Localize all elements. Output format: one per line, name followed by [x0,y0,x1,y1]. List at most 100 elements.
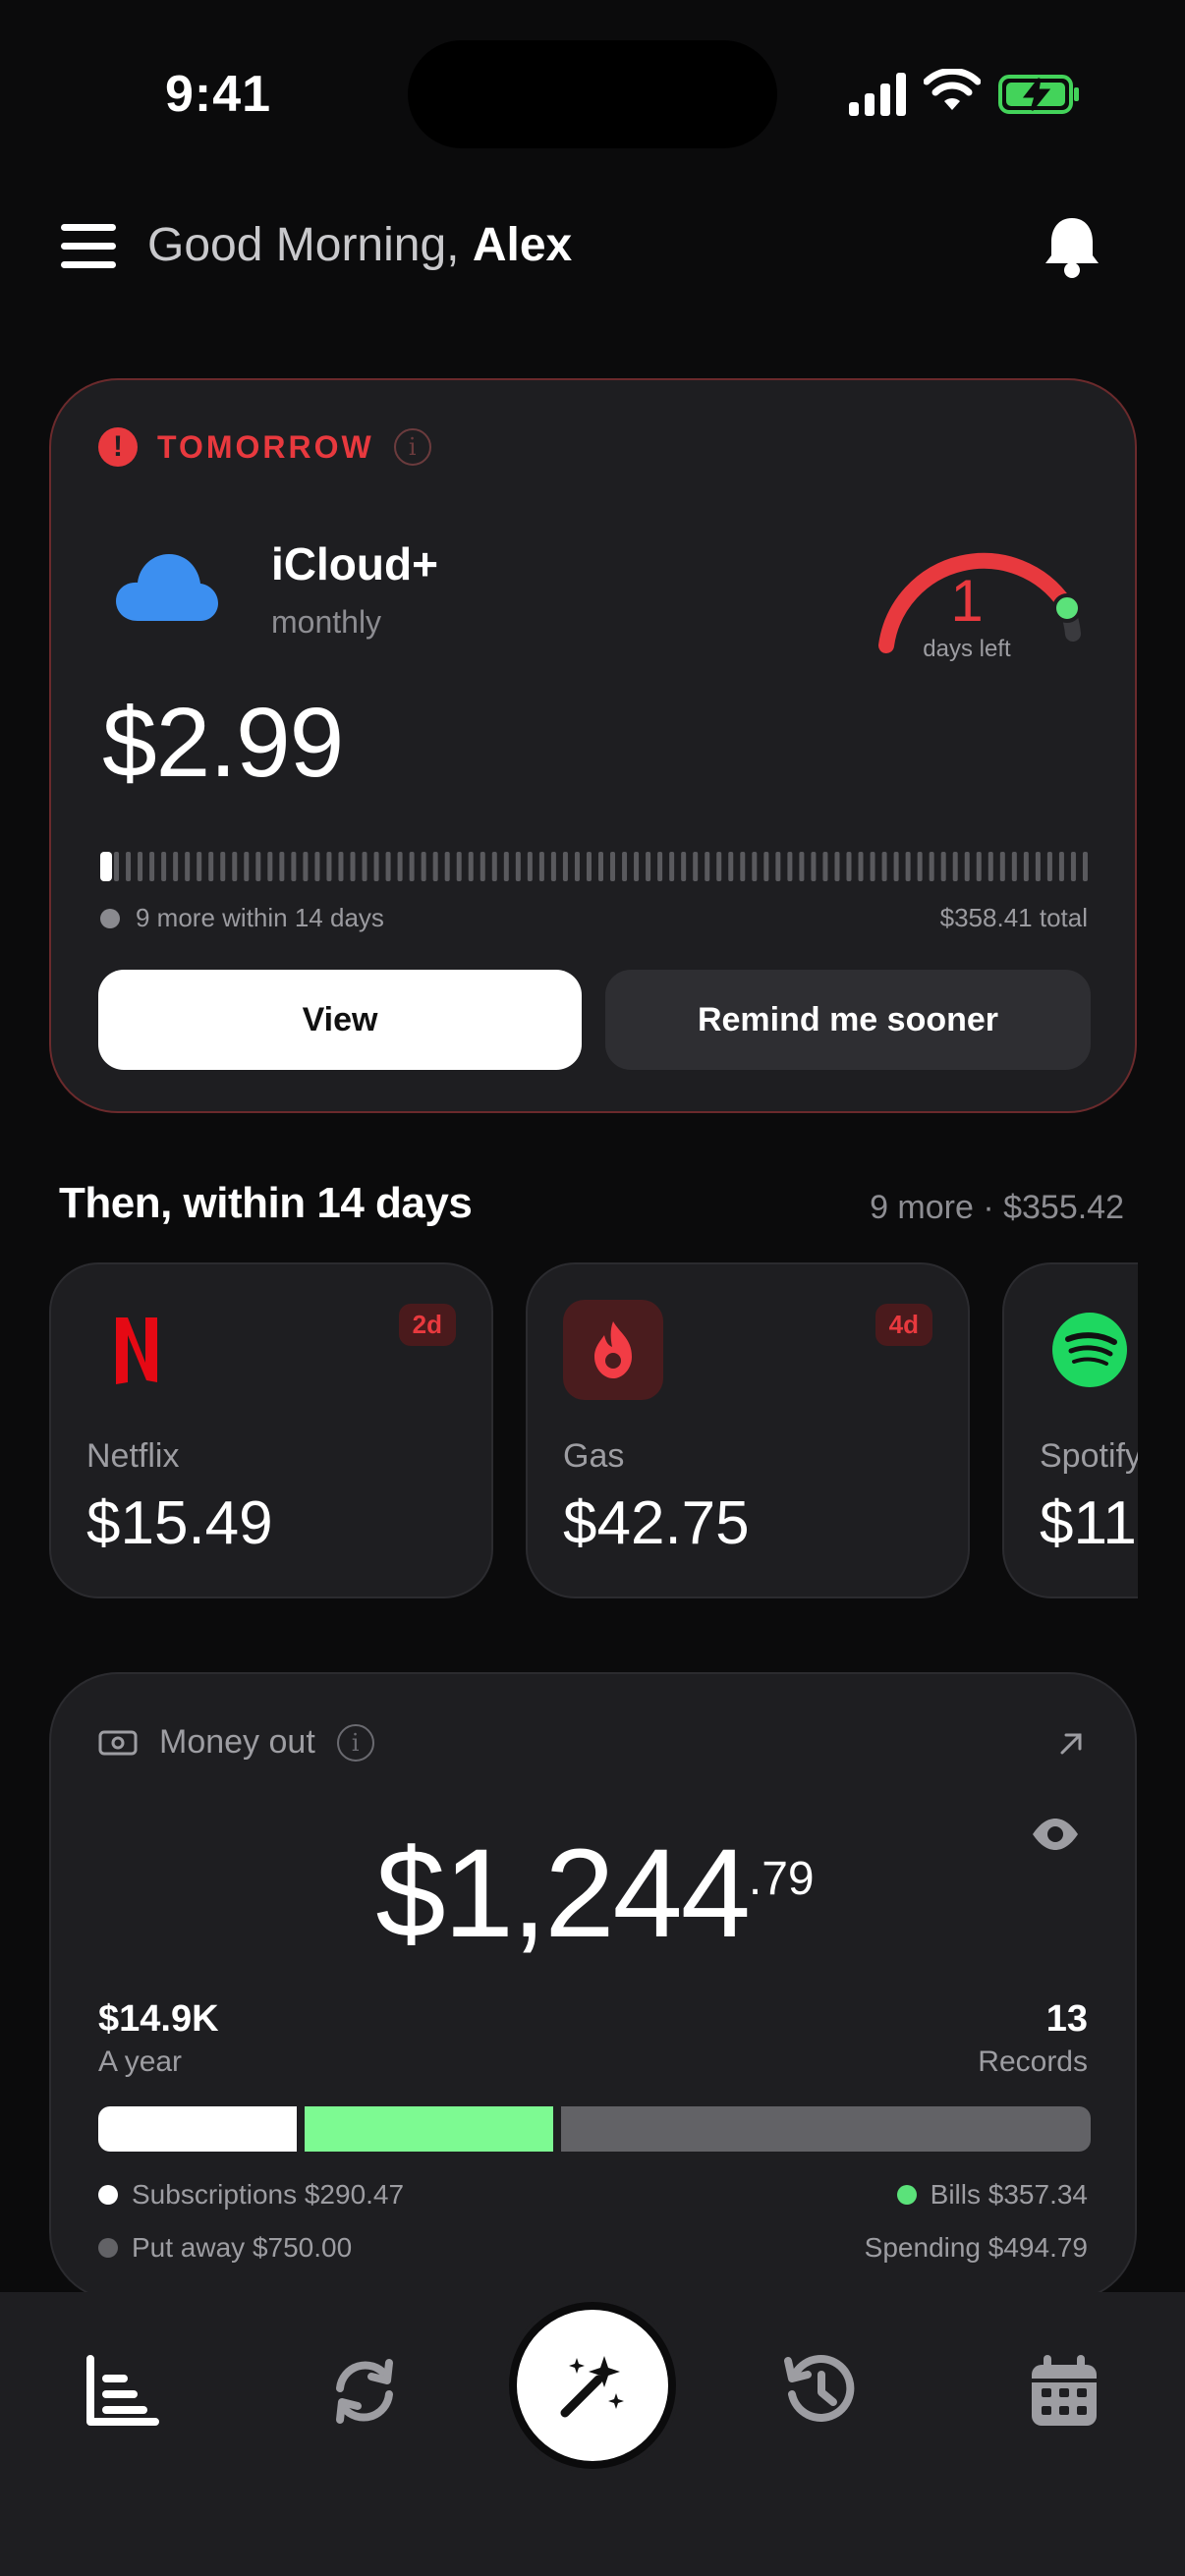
dynamic-island [408,40,777,148]
timeline-tick [858,852,864,881]
upcoming-amount: $15.49 [86,1489,273,1557]
spending-breakdown-bar [98,2106,1091,2152]
gray-dot [100,908,120,928]
calendar-icon[interactable] [1026,2353,1102,2430]
timeline-today-tick [100,852,112,881]
timeline-tick [917,852,923,881]
timeline-tick [362,852,367,881]
money-out-card[interactable]: Money out i $1,244.79 $14.9K A year 13 R… [49,1672,1137,2301]
timeline-tick [846,852,852,881]
timeline-tick [126,852,132,881]
timeline-tick [326,852,332,881]
timeline-tick [291,852,297,881]
timeline-tick [409,852,415,881]
upcoming-charge-card[interactable]: ! TOMORROW i iCloud+ monthly 1 days left… [49,378,1137,1113]
legend-dot [98,2238,118,2258]
timeline-tick [350,852,356,881]
legend-spending: Spending $494.79 [865,2232,1088,2264]
timeline-tick [173,852,179,881]
upcoming-card-netflix[interactable]: 2d Netflix $15.49 [49,1262,493,1598]
timeline-tick [1035,852,1041,881]
billing-timeline [100,852,1088,881]
timeline-tick [303,852,309,881]
timeline-tick [244,852,250,881]
expand-arrow-icon[interactable] [1056,1729,1086,1759]
timeline-tick [161,852,167,881]
timeline-tick [397,852,403,881]
remind-sooner-button[interactable]: Remind me sooner [605,970,1091,1070]
timeline-tick [870,852,875,881]
timeline-tick [515,852,521,881]
timeline-tick [338,852,344,881]
timeline-tick [480,852,485,881]
year-value: $14.9K [98,1998,219,2040]
alert-tag: ! TOMORROW i [98,427,431,467]
legend-subscriptions: Subscriptions $290.47 [98,2179,404,2211]
alert-icon: ! [98,427,138,467]
info-icon[interactable]: i [393,428,431,466]
timeline-tick [468,852,474,881]
flame-icon [563,1300,663,1400]
magic-wand-icon [560,2356,624,2418]
upcoming-card-gas[interactable]: 4d Gas $42.75 [526,1262,970,1598]
timeline-tick [669,852,675,881]
timeline-tick [634,852,640,881]
legend-text: Subscriptions $290.47 [132,2179,405,2210]
timeline-tick [550,852,556,881]
timeline-tick [787,852,793,881]
status-time: 9:41 [165,66,272,123]
amount-main: $1,244 [375,1823,750,1964]
timeline-tick [940,852,946,881]
bills-segment [305,2106,553,2152]
days-badge: 2d [398,1304,456,1346]
timeline-tick [728,852,734,881]
timeline-tick [681,852,687,881]
upcoming-amount: $42.75 [563,1489,750,1557]
timeline-tick [799,852,805,881]
chart-icon[interactable] [83,2353,159,2430]
timeline-tick [893,852,899,881]
cash-icon [98,1730,138,1755]
timeline-tick [491,852,497,881]
timeline-tick [279,852,285,881]
upcoming-title: Then, within 14 days [59,1179,473,1227]
more-within-text: 9 more within 14 days [136,903,384,932]
timeline-tick [752,852,758,881]
timeline-tick [622,852,628,881]
upcoming-card-spotify[interactable]: Spotify $11.99 [1002,1262,1138,1598]
timeline-tick [574,852,580,881]
bell-icon[interactable] [1042,214,1102,279]
timeline-tick [527,852,533,881]
timeline-tick [705,852,710,881]
menu-icon[interactable] [61,222,116,271]
magic-action-button[interactable] [509,2302,676,2469]
upcoming-carousel[interactable]: 2d Netflix $15.49 4d Gas $42.75 Spotify … [49,1262,1138,1601]
timeline-tick [1082,852,1088,881]
timeline-tick [208,852,214,881]
upcoming-meta[interactable]: 9 more · $355.42 [870,1189,1124,1227]
timeline-tick [373,852,379,881]
timeline-tick [610,852,616,881]
history-icon[interactable] [782,2353,859,2430]
timeline-tick [562,852,568,881]
timeline-tick [421,852,426,881]
days-left-number: 1 [950,568,984,634]
spotify-icon [1052,1313,1127,1387]
timeline-tick [834,852,840,881]
subscriptions-segment [98,2106,297,2152]
timeline-tick [1046,852,1052,881]
timeline-tick [1023,852,1029,881]
repeat-icon[interactable] [326,2353,403,2430]
year-label: A year [98,2045,183,2078]
timeline-tick [964,852,970,881]
timeline-tick [232,852,238,881]
timeline-tick [385,852,391,881]
timeline-tick [267,852,273,881]
netflix-icon [116,1317,157,1384]
timeline-tick [503,852,509,881]
timeline-tick [929,852,934,881]
upcoming-name: Spotify [1040,1437,1138,1475]
view-button[interactable]: View [98,970,582,1070]
timeline-tick [456,852,462,881]
info-icon[interactable]: i [336,1723,374,1762]
